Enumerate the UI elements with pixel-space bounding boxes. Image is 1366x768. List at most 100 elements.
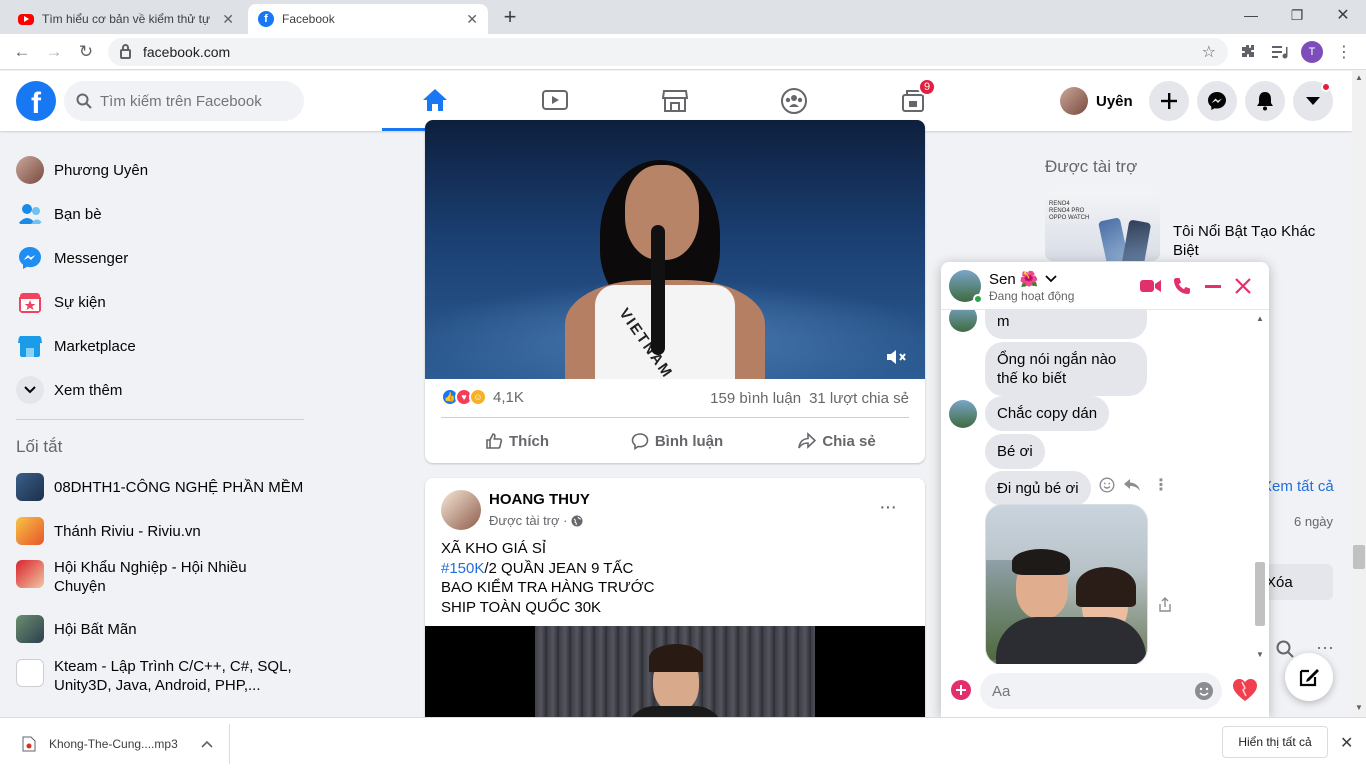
shortcut-item[interactable]: Thánh Riviu - Riviu.vn [8,513,304,549]
back-icon[interactable]: ← [10,40,34,64]
account-menu-button[interactable] [1293,81,1333,121]
sidebar-item-marketplace[interactable]: Marketplace [8,328,304,364]
shortcut-item[interactable]: Hội Bất Mãn [8,611,304,647]
phone-shape [1120,219,1152,261]
post-more-button[interactable]: ··· [879,496,897,519]
home-icon [423,88,447,111]
contact-status: Đang hoạt động [989,289,1075,303]
chat-scrollbar[interactable]: ▲ ▼ [1255,314,1265,660]
sidebar-item-profile[interactable]: Phương Uyên [8,152,304,188]
chat-scroll-thumb[interactable] [1255,562,1265,626]
search-input[interactable] [100,92,290,110]
new-message-button[interactable] [1285,653,1333,701]
share-button[interactable]: Chia sẻ [757,423,917,459]
hashtag-link[interactable]: #150K [441,560,484,577]
ad-image[interactable]: RENO4 RENO4 PRO OPPO WATCH [1045,191,1160,261]
reaction-summary[interactable]: 👍 ♥ ☺ 4,1K [441,388,524,406]
close-window-icon[interactable]: ✕ [1320,0,1366,30]
minimize-chat-icon[interactable] [1205,285,1221,288]
forward-photo-icon[interactable] [1157,597,1173,618]
phone-call-icon[interactable] [1173,277,1191,300]
browser-tab-facebook[interactable]: f Facebook ✕ [248,4,488,34]
youtube-icon [18,13,34,25]
profile-shortcut[interactable]: Uyên [1056,83,1143,119]
more-actions-icon[interactable] [951,680,971,700]
create-button[interactable] [1149,81,1189,121]
close-chat-icon[interactable] [1235,278,1251,299]
close-tab-icon[interactable]: ✕ [222,11,234,28]
post-text: XÃ KHO GIÁ SỈ #150K/2 QUẦN JEAN 9 TẤC BA… [441,539,655,617]
shortcut-label: 08DHTH1-CÔNG NGHỆ PHẦN MỀM [54,478,304,496]
scroll-down-icon[interactable]: ▼ [1355,703,1363,712]
sidebar-item-messenger[interactable]: Messenger [8,240,304,276]
like-button[interactable]: Thích [437,423,597,459]
close-shelf-icon[interactable]: ✕ [1340,733,1353,753]
sidebar-item-label: Marketplace [54,337,136,355]
scroll-up-icon[interactable]: ▲ [1256,314,1264,323]
shares-count[interactable]: 31 lượt chia sẻ [809,390,909,407]
video-call-icon[interactable] [1140,278,1162,299]
comments-count[interactable]: 159 bình luận [710,390,801,407]
sidebar-item-events[interactable]: Sự kiện [8,284,304,320]
react-emoji-icon[interactable] [1099,477,1115,498]
post-video[interactable] [425,626,925,728]
shortcut-label: Kteam - Lập Trình C/C++, C#, SQL, Unity3… [54,658,292,694]
online-dot [973,294,983,304]
delete-button[interactable]: Xóa [1262,564,1333,600]
shortcut-item[interactable]: Hội Khẩu Nghiệp - Hội Nhiều Chuyện [8,558,304,600]
message-bubble[interactable]: Bé ơi [985,434,1045,469]
tab-title: Facebook [282,12,335,26]
message-bubble[interactable]: Ổng nói ngắn nào thế ko biết [985,342,1147,396]
extensions-icon[interactable] [1236,40,1260,64]
media-control-icon[interactable] [1268,40,1292,64]
shortcut-item[interactable]: 08DHTH1-CÔNG NGHỆ PHẦN MỀM [8,469,304,505]
browser-tab-youtube[interactable]: Tìm hiểu cơ bản về kiểm thử tự đ ✕ [8,4,244,34]
ad-title[interactable]: Tôi Nổi Bật Tạo Khác Biệt [1173,222,1333,260]
new-tab-button[interactable]: + [498,4,522,30]
message-bubble[interactable]: m [985,310,1147,339]
message-input[interactable] [992,682,1182,700]
marketplace-icon [662,90,688,112]
heart-reaction-button[interactable] [1232,678,1258,707]
post-video[interactable]: VIETNAM [425,120,925,379]
shared-photo[interactable] [985,504,1148,664]
message-bubble[interactable]: Đi ngủ bé ơi [985,471,1091,506]
message-composer[interactable] [980,673,1222,709]
download-item[interactable]: Khong-The-Cung....mp3 [0,724,230,764]
messenger-icon [19,247,41,269]
contact-name-button[interactable]: Sen 🌺 [989,270,1057,288]
address-bar[interactable]: facebook.com ☆ [108,38,1228,66]
bookmark-star-icon[interactable]: ☆ [1202,42,1216,62]
notifications-button[interactable] [1245,81,1285,121]
comment-button[interactable]: Bình luận [597,423,757,459]
mute-icon[interactable] [885,347,909,367]
message-more-icon[interactable]: ⋮ [1153,475,1169,495]
scroll-up-icon[interactable]: ▲ [1355,73,1363,82]
page-scrollbar[interactable]: ▲ ▼ [1352,71,1366,717]
shortcut-item[interactable]: Kteam - Lập Trình C/C++, C#, SQL, Unity3… [8,657,304,699]
show-all-downloads-button[interactable]: Hiển thị tất cả [1222,726,1328,758]
page-scroll-thumb[interactable] [1353,545,1365,569]
profile-avatar-button[interactable]: T [1301,41,1323,63]
reply-icon[interactable] [1123,478,1141,497]
messenger-button[interactable] [1197,81,1237,121]
facebook-search[interactable] [64,81,304,121]
author-avatar[interactable] [441,490,481,530]
reload-icon[interactable]: ↻ [74,40,98,64]
sidebar-item-see-more[interactable]: Xem thêm [8,372,304,408]
message-bubble[interactable]: Chắc copy dán [985,396,1110,431]
alert-dot [1321,82,1331,92]
close-tab-icon[interactable]: ✕ [466,11,478,28]
browser-menu-icon[interactable]: ⋮ [1332,40,1356,64]
post-author[interactable]: HOANG THUY [489,491,590,508]
scroll-down-icon[interactable]: ▼ [1256,650,1264,659]
shortcut-label: Thánh Riviu - Riviu.vn [54,522,201,540]
minimize-window-icon[interactable]: — [1228,0,1274,30]
chevron-up-icon[interactable] [201,740,213,748]
see-all-link[interactable]: Xem tất cả [1262,478,1334,495]
emoji-icon[interactable] [1194,681,1214,701]
facebook-logo[interactable]: f [16,81,56,121]
maximize-window-icon[interactable]: ❐ [1274,0,1320,30]
sidebar-item-friends[interactable]: Bạn bè [8,196,304,232]
forward-icon[interactable]: → [42,40,66,64]
